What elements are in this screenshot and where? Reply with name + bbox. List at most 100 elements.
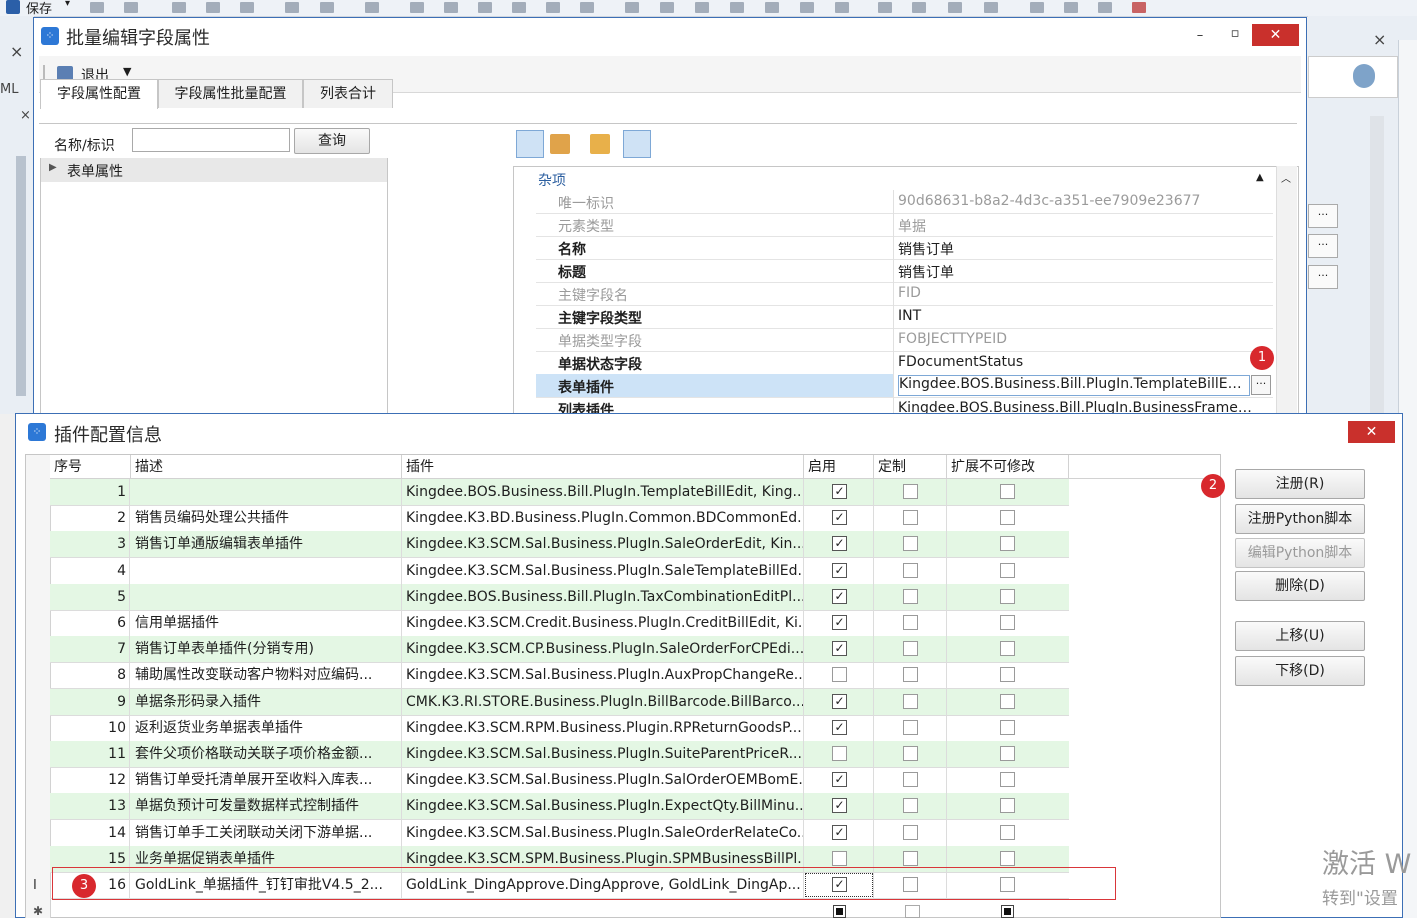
property-value[interactable]: FDocumentStatus — [898, 354, 1253, 370]
cell-enabled[interactable]: ✓ — [804, 820, 874, 846]
tab-batch-config[interactable]: 字段属性批量配置 — [158, 79, 303, 108]
table-row[interactable]: 7 销售订单表单插件(分销专用) Kingdee.K3.SCM.CP.Busines… — [50, 636, 1069, 663]
cell-plugin[interactable]: Kingdee.K3.SCM.Sal.Business.PlugIn.Suite… — [402, 741, 804, 767]
cell-custom[interactable] — [874, 715, 947, 741]
cell-no[interactable]: 4 — [50, 558, 130, 584]
cell-enabled[interactable]: ✓ — [804, 584, 874, 610]
cell-plugin[interactable]: Kingdee.K3.SCM.Sal.Business.PlugIn.SalOr… — [402, 767, 804, 793]
cell-enabled[interactable]: ✓ — [804, 689, 874, 715]
table-row[interactable]: 13 单据负预计可发量数据样式控制插件 Kingdee.K3.SCM.Sal.Bus… — [50, 793, 1069, 820]
table-row[interactable]: 11 套件父项价格联动关联子项价格金额... Kingdee.K3.SCM.Sal.… — [50, 741, 1069, 768]
help-toggle-icon[interactable] — [623, 130, 651, 158]
property-row[interactable]: 单据类型字段 FOBJECTTYPEID — [536, 328, 1273, 352]
checkbox[interactable] — [1000, 510, 1015, 525]
move-down-button[interactable]: 下移(D) — [1235, 656, 1365, 686]
scrollbar[interactable] — [16, 156, 26, 396]
cell-plugin[interactable]: Kingdee.BOS.Business.Bill.PlugIn.TaxComb… — [402, 584, 804, 610]
checkbox[interactable] — [903, 667, 918, 682]
checkbox-checked[interactable]: ✓ — [832, 510, 847, 525]
chevron-down-icon[interactable]: ▾ — [65, 0, 70, 9]
cell-ext-readonly[interactable] — [947, 558, 1069, 584]
cell-desc[interactable]: 返利返货业务单据表单插件 — [131, 715, 402, 741]
toolbar-icon[interactable] — [124, 2, 138, 13]
column-header-ext-readonly[interactable]: 扩展不可修改 — [947, 455, 1069, 479]
toolbar-icon[interactable] — [410, 2, 424, 13]
cell-no[interactable]: 10 — [50, 715, 130, 741]
checkbox-checked[interactable]: ✓ — [832, 772, 847, 787]
cell-enabled[interactable]: ✓ — [804, 793, 874, 819]
toolbar-icon[interactable] — [546, 2, 560, 13]
query-button[interactable]: 查询 — [294, 128, 370, 154]
checkbox[interactable] — [1000, 589, 1015, 604]
checkbox[interactable] — [1000, 694, 1015, 709]
cell-plugin[interactable]: Kingdee.K3.SCM.RPM.Business.Plugin.RPRet… — [402, 715, 804, 741]
table-row[interactable]: 1 Kingdee.BOS.Business.Bill.PlugIn.Templa… — [50, 479, 1069, 506]
cell-custom[interactable] — [874, 505, 947, 531]
checkbox[interactable] — [903, 484, 918, 499]
cell-no[interactable]: 1 — [50, 479, 130, 505]
cell-plugin[interactable]: Kingdee.BOS.Business.Bill.PlugIn.Templat… — [402, 479, 804, 505]
property-value[interactable]: FOBJECTTYPEID — [898, 331, 1253, 347]
property-value[interactable]: 90d68631-b8a2-4d3c-a351-ee7909e23677 — [898, 193, 1253, 209]
checkbox-checked[interactable]: ✓ — [832, 536, 847, 551]
checkbox-checked[interactable]: ✓ — [832, 720, 847, 735]
checkbox[interactable] — [903, 536, 918, 551]
cell-custom[interactable] — [874, 636, 947, 662]
ellipsis-button[interactable]: ··· — [1251, 375, 1271, 395]
search-input[interactable] — [132, 128, 290, 152]
property-value[interactable]: FID — [898, 285, 1253, 301]
checkbox[interactable] — [1000, 641, 1015, 656]
toolbar-icon[interactable] — [172, 2, 186, 13]
cell-custom[interactable] — [874, 662, 947, 688]
chevron-up-icon[interactable]: ▲ — [1256, 172, 1264, 183]
checkbox-checked[interactable]: ✓ — [832, 484, 847, 499]
close-icon[interactable]: × — [1373, 30, 1386, 49]
cell-enabled[interactable] — [804, 741, 874, 767]
edit-python-button[interactable]: 编辑Python脚本 — [1235, 538, 1365, 568]
table-row[interactable]: 2 销售员编码处理公共插件 Kingdee.K3.BD.Business.PlugI… — [50, 505, 1069, 532]
cell-ext-readonly[interactable] — [947, 767, 1069, 793]
checkbox[interactable] — [903, 720, 918, 735]
tree-node-row[interactable]: ▶ 表单属性 — [41, 158, 387, 182]
table-row[interactable]: 8 辅助属性改变联动客户物料对应编码... Kingdee.K3.SCM.Sal.B… — [50, 662, 1069, 689]
table-row[interactable]: 3 销售订单通版编辑表单插件 Kingdee.K3.SCM.Sal.Business… — [50, 531, 1069, 558]
cell-enabled[interactable]: ✓ — [804, 767, 874, 793]
cell-custom[interactable] — [874, 793, 947, 819]
cell-ext-readonly[interactable] — [947, 636, 1069, 662]
cell-plugin[interactable]: CMK.K3.RI.STORE.Business.PlugIn.BillBarc… — [402, 689, 804, 715]
property-value[interactable]: 销售订单 — [898, 239, 1253, 259]
checkbox-checked[interactable]: ✓ — [832, 798, 847, 813]
property-scrollbar[interactable]: ︿ — [1276, 166, 1297, 414]
window-titlebar[interactable]: ⁘ 批量编辑字段属性 – ▫ ✕ — [34, 18, 1306, 54]
cell-ext-readonly[interactable] — [947, 689, 1069, 715]
cell-custom[interactable] — [874, 610, 947, 636]
cell-no[interactable]: 7 — [50, 636, 130, 662]
table-row[interactable]: 6 信用单据插件 Kingdee.K3.SCM.Credit.Business.Pl… — [50, 610, 1069, 637]
cell-desc[interactable]: 套件父项价格联动关联子项价格金额... — [131, 741, 402, 767]
cell-ext-readonly[interactable] — [947, 531, 1069, 557]
checkbox[interactable] — [1000, 536, 1015, 551]
checkbox[interactable] — [1001, 905, 1014, 918]
toolbar-icon[interactable] — [444, 2, 458, 13]
checkbox[interactable] — [903, 825, 918, 840]
toolbar-icon[interactable] — [580, 2, 594, 13]
column-header-custom[interactable]: 定制 — [874, 455, 947, 479]
cell-no[interactable]: 8 — [50, 662, 130, 688]
cell-no[interactable]: 3 — [50, 531, 130, 557]
property-row[interactable]: 元素类型 单据 — [536, 213, 1273, 237]
cell-desc[interactable]: 信用单据插件 — [131, 610, 402, 636]
table-row[interactable]: 12 销售订单受托清单展开至收料入库表... Kingdee.K3.SCM.Sal.… — [50, 767, 1069, 794]
checkbox[interactable] — [1000, 563, 1015, 578]
checkbox[interactable] — [1000, 772, 1015, 787]
property-value[interactable]: INT — [898, 308, 1253, 324]
property-row[interactable]: 单据状态字段 FDocumentStatus — [536, 351, 1273, 375]
checkbox-checked[interactable]: ✓ — [832, 825, 847, 840]
close-icon[interactable]: × — [10, 42, 23, 61]
cell-ext-readonly[interactable] — [947, 610, 1069, 636]
property-value[interactable]: 单据 — [898, 216, 1253, 236]
sort-alpha-icon[interactable] — [550, 134, 570, 154]
column-header-no[interactable]: 序号 — [50, 455, 131, 479]
save-icon[interactable] — [6, 0, 20, 14]
toolbar-icon[interactable] — [984, 2, 998, 13]
cell-desc[interactable]: 辅助属性改变联动客户物料对应编码... — [131, 662, 402, 688]
